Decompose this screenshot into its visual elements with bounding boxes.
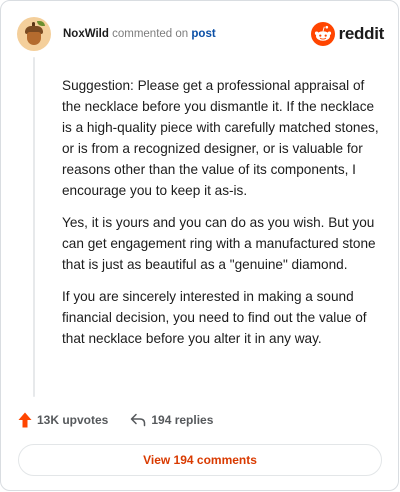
comment-paragraph: Yes, it is yours and you can do as you w… bbox=[62, 215, 376, 272]
thread-line[interactable] bbox=[33, 57, 35, 397]
post-link[interactable]: post bbox=[191, 28, 215, 40]
reddit-logo[interactable]: reddit bbox=[310, 22, 385, 46]
comment-card: NoxWild commented on post reddit Suggest… bbox=[0, 0, 399, 491]
upvote-arrow-icon bbox=[18, 412, 32, 428]
comment-byline: NoxWild commented on post bbox=[63, 27, 311, 41]
reddit-wordmark: reddit bbox=[338, 24, 385, 43]
upvote-button[interactable]: 13K upvotes bbox=[18, 412, 108, 428]
comment-actions: 13K upvotes 194 replies bbox=[18, 410, 213, 430]
user-avatar[interactable] bbox=[17, 17, 51, 51]
comment-header: NoxWild commented on post reddit bbox=[17, 17, 384, 51]
view-comments-button[interactable]: View 194 comments bbox=[18, 444, 382, 476]
comment-body: Suggestion: Please get a professional ap… bbox=[62, 75, 380, 360]
reddit-snoo-icon bbox=[310, 22, 335, 46]
reply-arrow-icon bbox=[131, 413, 146, 427]
upvote-count: 13K upvotes bbox=[37, 413, 109, 427]
action-text: commented on bbox=[112, 28, 189, 40]
username-link[interactable]: NoxWild bbox=[63, 28, 109, 40]
reply-button[interactable]: 194 replies bbox=[130, 413, 213, 427]
comment-paragraph: If you are sincerely interested in makin… bbox=[62, 289, 367, 346]
reply-count: 194 replies bbox=[151, 413, 214, 427]
comment-paragraph: Suggestion: Please get a professional ap… bbox=[62, 78, 379, 198]
